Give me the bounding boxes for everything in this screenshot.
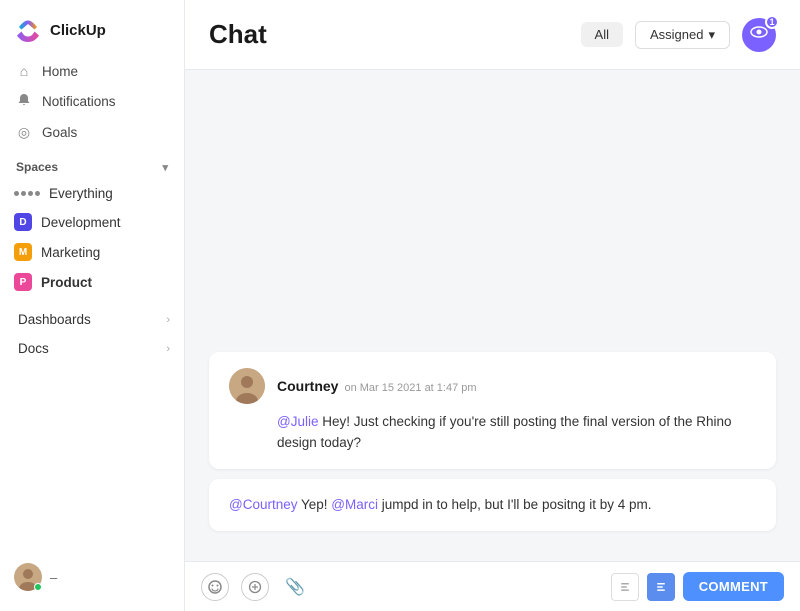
message-text: Hey! Just checking if you're still posti… [277,414,732,449]
online-indicator [34,583,42,591]
mention: @Courtney [229,497,297,512]
mention: @Julie [277,414,318,429]
message-author: Courtney [277,378,338,394]
attachment-button[interactable]: 📎 [281,573,309,601]
main-content: Chat All Assigned ▾ 1 [185,0,800,611]
chevron-down-icon: ▾ [708,27,715,43]
reply-text-2: jumpd in to help, but I'll be positng it… [382,497,652,512]
format-button-1[interactable] [611,573,639,601]
message-header: Courtney on Mar 15 2021 at 1:47 pm [229,368,756,404]
eye-button[interactable]: 1 [742,18,776,52]
comment-button[interactable]: COMMENT [683,572,784,601]
product-badge: P [14,273,32,291]
input-tools: 📎 [201,573,309,601]
input-area: 📎 COMMENT [185,561,800,611]
eye-icon [750,23,768,46]
sidebar-item-everything[interactable]: Everything [4,180,180,207]
sidebar-item-product[interactable]: P Product [4,267,180,297]
sidebar-item-marketing[interactable]: M Marketing [4,237,180,267]
emoji-button[interactable] [201,573,229,601]
sections-list: Dashboards › Docs › [0,305,184,363]
sidebar-item-notifications[interactable]: Notifications [8,86,176,117]
message-meta: Courtney on Mar 15 2021 at 1:47 pm [277,378,477,394]
chevron-right-icon: › [166,314,170,326]
user-menu-indicator: – [50,570,57,585]
input-actions: COMMENT [611,572,784,601]
nav-items: ⌂ Home Notifications ◎ Goals [0,56,184,148]
reply-card: @Courtney Yep! @Marci jumpd in to help, … [209,479,776,531]
bell-icon [16,93,32,110]
sidebar-item-home[interactable]: ⌂ Home [8,56,176,86]
filter-all-button[interactable]: All [581,22,623,47]
sidebar: ClickUp ⌂ Home Notifications ◎ Goals Spa… [0,0,185,611]
sidebar-item-dashboards[interactable]: Dashboards › [4,305,180,334]
message-body: @Julie Hey! Just checking if you're stil… [229,412,756,453]
everything-icon [14,191,40,196]
sidebar-item-label: Notifications [42,94,116,109]
author-avatar [229,368,265,404]
sidebar-item-label: Home [42,64,78,79]
goals-icon: ◎ [16,124,32,141]
user-avatar-wrap[interactable] [14,563,42,591]
spaces-list: Everything D Development M Marketing P P… [0,180,184,297]
sidebar-item-docs[interactable]: Docs › [4,334,180,363]
filter-assigned-button[interactable]: Assigned ▾ [635,21,730,49]
home-icon: ⌂ [16,63,32,79]
development-badge: D [14,213,32,231]
page-title: Chat [209,19,267,50]
sidebar-footer: – [0,553,184,601]
message-timestamp: on Mar 15 2021 at 1:47 pm [344,382,476,394]
mention: @Marci [331,497,378,512]
clickup-logo-icon [14,16,42,44]
reaction-button[interactable] [241,573,269,601]
chevron-right-icon: › [166,343,170,355]
marketing-badge: M [14,243,32,261]
sidebar-item-label: Goals [42,125,77,140]
notification-badge: 1 [765,15,779,29]
message-card: Courtney on Mar 15 2021 at 1:47 pm @Juli… [209,352,776,469]
chat-area: Courtney on Mar 15 2021 at 1:47 pm @Juli… [185,70,800,561]
reply-text: Yep! [301,497,331,512]
spaces-header: Spaces ▾ [0,148,184,180]
sidebar-item-goals[interactable]: ◎ Goals [8,117,176,148]
sidebar-item-development[interactable]: D Development [4,207,180,237]
main-header: Chat All Assigned ▾ 1 [185,0,800,70]
format-button-2[interactable] [647,573,675,601]
chevron-down-icon: ▾ [162,161,168,174]
logo-area[interactable]: ClickUp [0,0,184,56]
reply-body: @Courtney Yep! @Marci jumpd in to help, … [229,495,756,515]
header-controls: All Assigned ▾ 1 [581,18,776,52]
app-name: ClickUp [50,22,106,39]
